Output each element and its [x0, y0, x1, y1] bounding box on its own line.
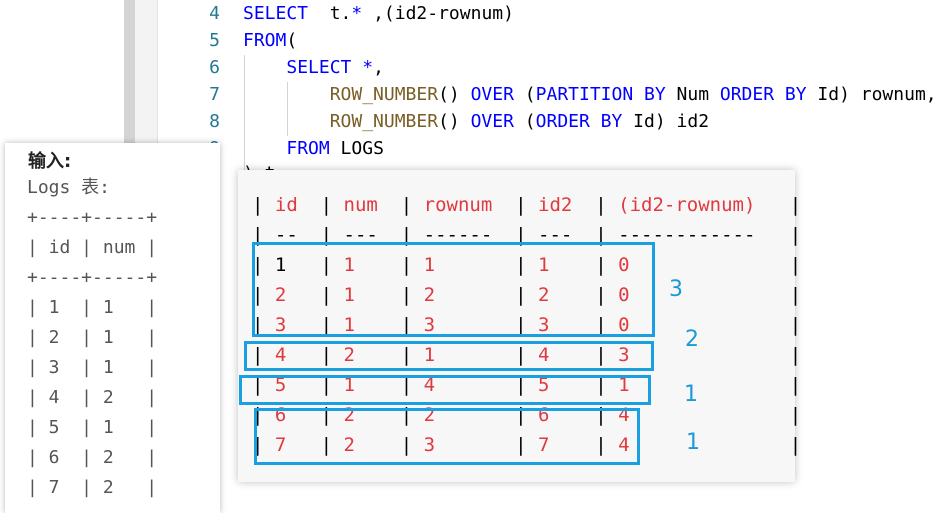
code-line[interactable]: 6 SELECT *, — [196, 54, 384, 81]
code-token: OVER — [470, 84, 514, 105]
code-token: ORDER BY — [719, 84, 807, 105]
code-token: Id) id2 — [622, 111, 710, 132]
code-token: ROW_NUMBER — [329, 111, 439, 132]
line-number: 7 — [209, 84, 220, 105]
result-cell: (id2-rownum) — [618, 194, 779, 216]
result-cell: id2 — [538, 194, 596, 216]
group-count-label: 1 — [684, 382, 698, 407]
input-line: +----+-----+ — [27, 267, 158, 288]
input-line: | 3 | 1 | — [27, 357, 158, 378]
input-line: | 6 | 2 | — [27, 447, 158, 468]
code-token: OVER — [470, 111, 514, 132]
input-line: | id | num | — [27, 237, 158, 258]
code-token: FROM — [243, 30, 287, 51]
group-highlight-box — [244, 341, 654, 371]
group-count-label: 2 — [685, 327, 699, 352]
code-token: ( — [513, 111, 536, 132]
input-line: | 7 | 2 | — [27, 477, 158, 498]
line-number: 6 — [209, 57, 220, 78]
code-line[interactable]: 8 ROW_NUMBER() OVER (ORDER BY Id) id2 — [196, 108, 709, 135]
code-line[interactable]: 5 FROM( — [196, 27, 297, 54]
code-line[interactable]: 7 ROW_NUMBER() OVER (PARTITION BY Num OR… — [196, 81, 937, 108]
input-line: | 4 | 2 | — [27, 387, 158, 408]
code-token: ORDER BY — [535, 111, 623, 132]
code-token: Num — [665, 84, 720, 105]
code-token: Id) rownum, — [806, 84, 937, 105]
code-token: () — [438, 111, 471, 132]
input-line: Logs 表: — [27, 177, 111, 198]
code-token: SELECT — [286, 57, 352, 78]
code-token: LOGS — [329, 138, 384, 159]
input-line: +----+-----+ — [27, 207, 158, 228]
group-highlight-box — [254, 408, 640, 465]
code-token: ,(id2-rownum) — [362, 3, 514, 24]
group-highlight-box — [252, 242, 655, 337]
code-token: t. — [308, 3, 352, 24]
code-line[interactable]: 4 SELECT t.* ,(id2-rownum) — [196, 0, 514, 27]
code-token: () — [438, 84, 471, 105]
result-cell: id — [274, 194, 321, 216]
result-cell: rownum — [423, 194, 516, 216]
code-token: , — [373, 57, 384, 78]
input-line: | 2 | 1 | — [27, 327, 158, 348]
group-count-label: 1 — [686, 430, 700, 455]
input-example-panel: 输入: Logs 表: +----+-----+ | id | num | +-… — [5, 143, 220, 513]
code-token: ( — [513, 84, 536, 105]
code-token: SELECT — [243, 3, 309, 24]
result-cell: num — [343, 194, 401, 216]
code-token: ( — [286, 30, 298, 51]
code-token: ROW_NUMBER — [329, 84, 439, 105]
input-title: 输入: — [28, 151, 72, 172]
line-number: 4 — [209, 3, 220, 24]
line-number: 5 — [209, 30, 220, 51]
code-token: FROM — [286, 138, 330, 159]
line-number: 8 — [209, 111, 220, 132]
code-line[interactable]: 9 FROM LOGS — [196, 135, 384, 162]
code-token: * — [351, 3, 363, 24]
input-line: | 5 | 1 | — [27, 417, 158, 438]
code-token: PARTITION BY — [535, 84, 666, 105]
code-token: * — [362, 57, 374, 78]
group-highlight-box — [239, 375, 651, 405]
group-count-label: 3 — [669, 277, 683, 302]
result-header-row: | id | num | rownum | id2 | (id2-rownum)… — [252, 194, 802, 216]
input-line: | 1 | 1 | — [27, 297, 158, 318]
result-cell: 4 — [618, 404, 779, 426]
